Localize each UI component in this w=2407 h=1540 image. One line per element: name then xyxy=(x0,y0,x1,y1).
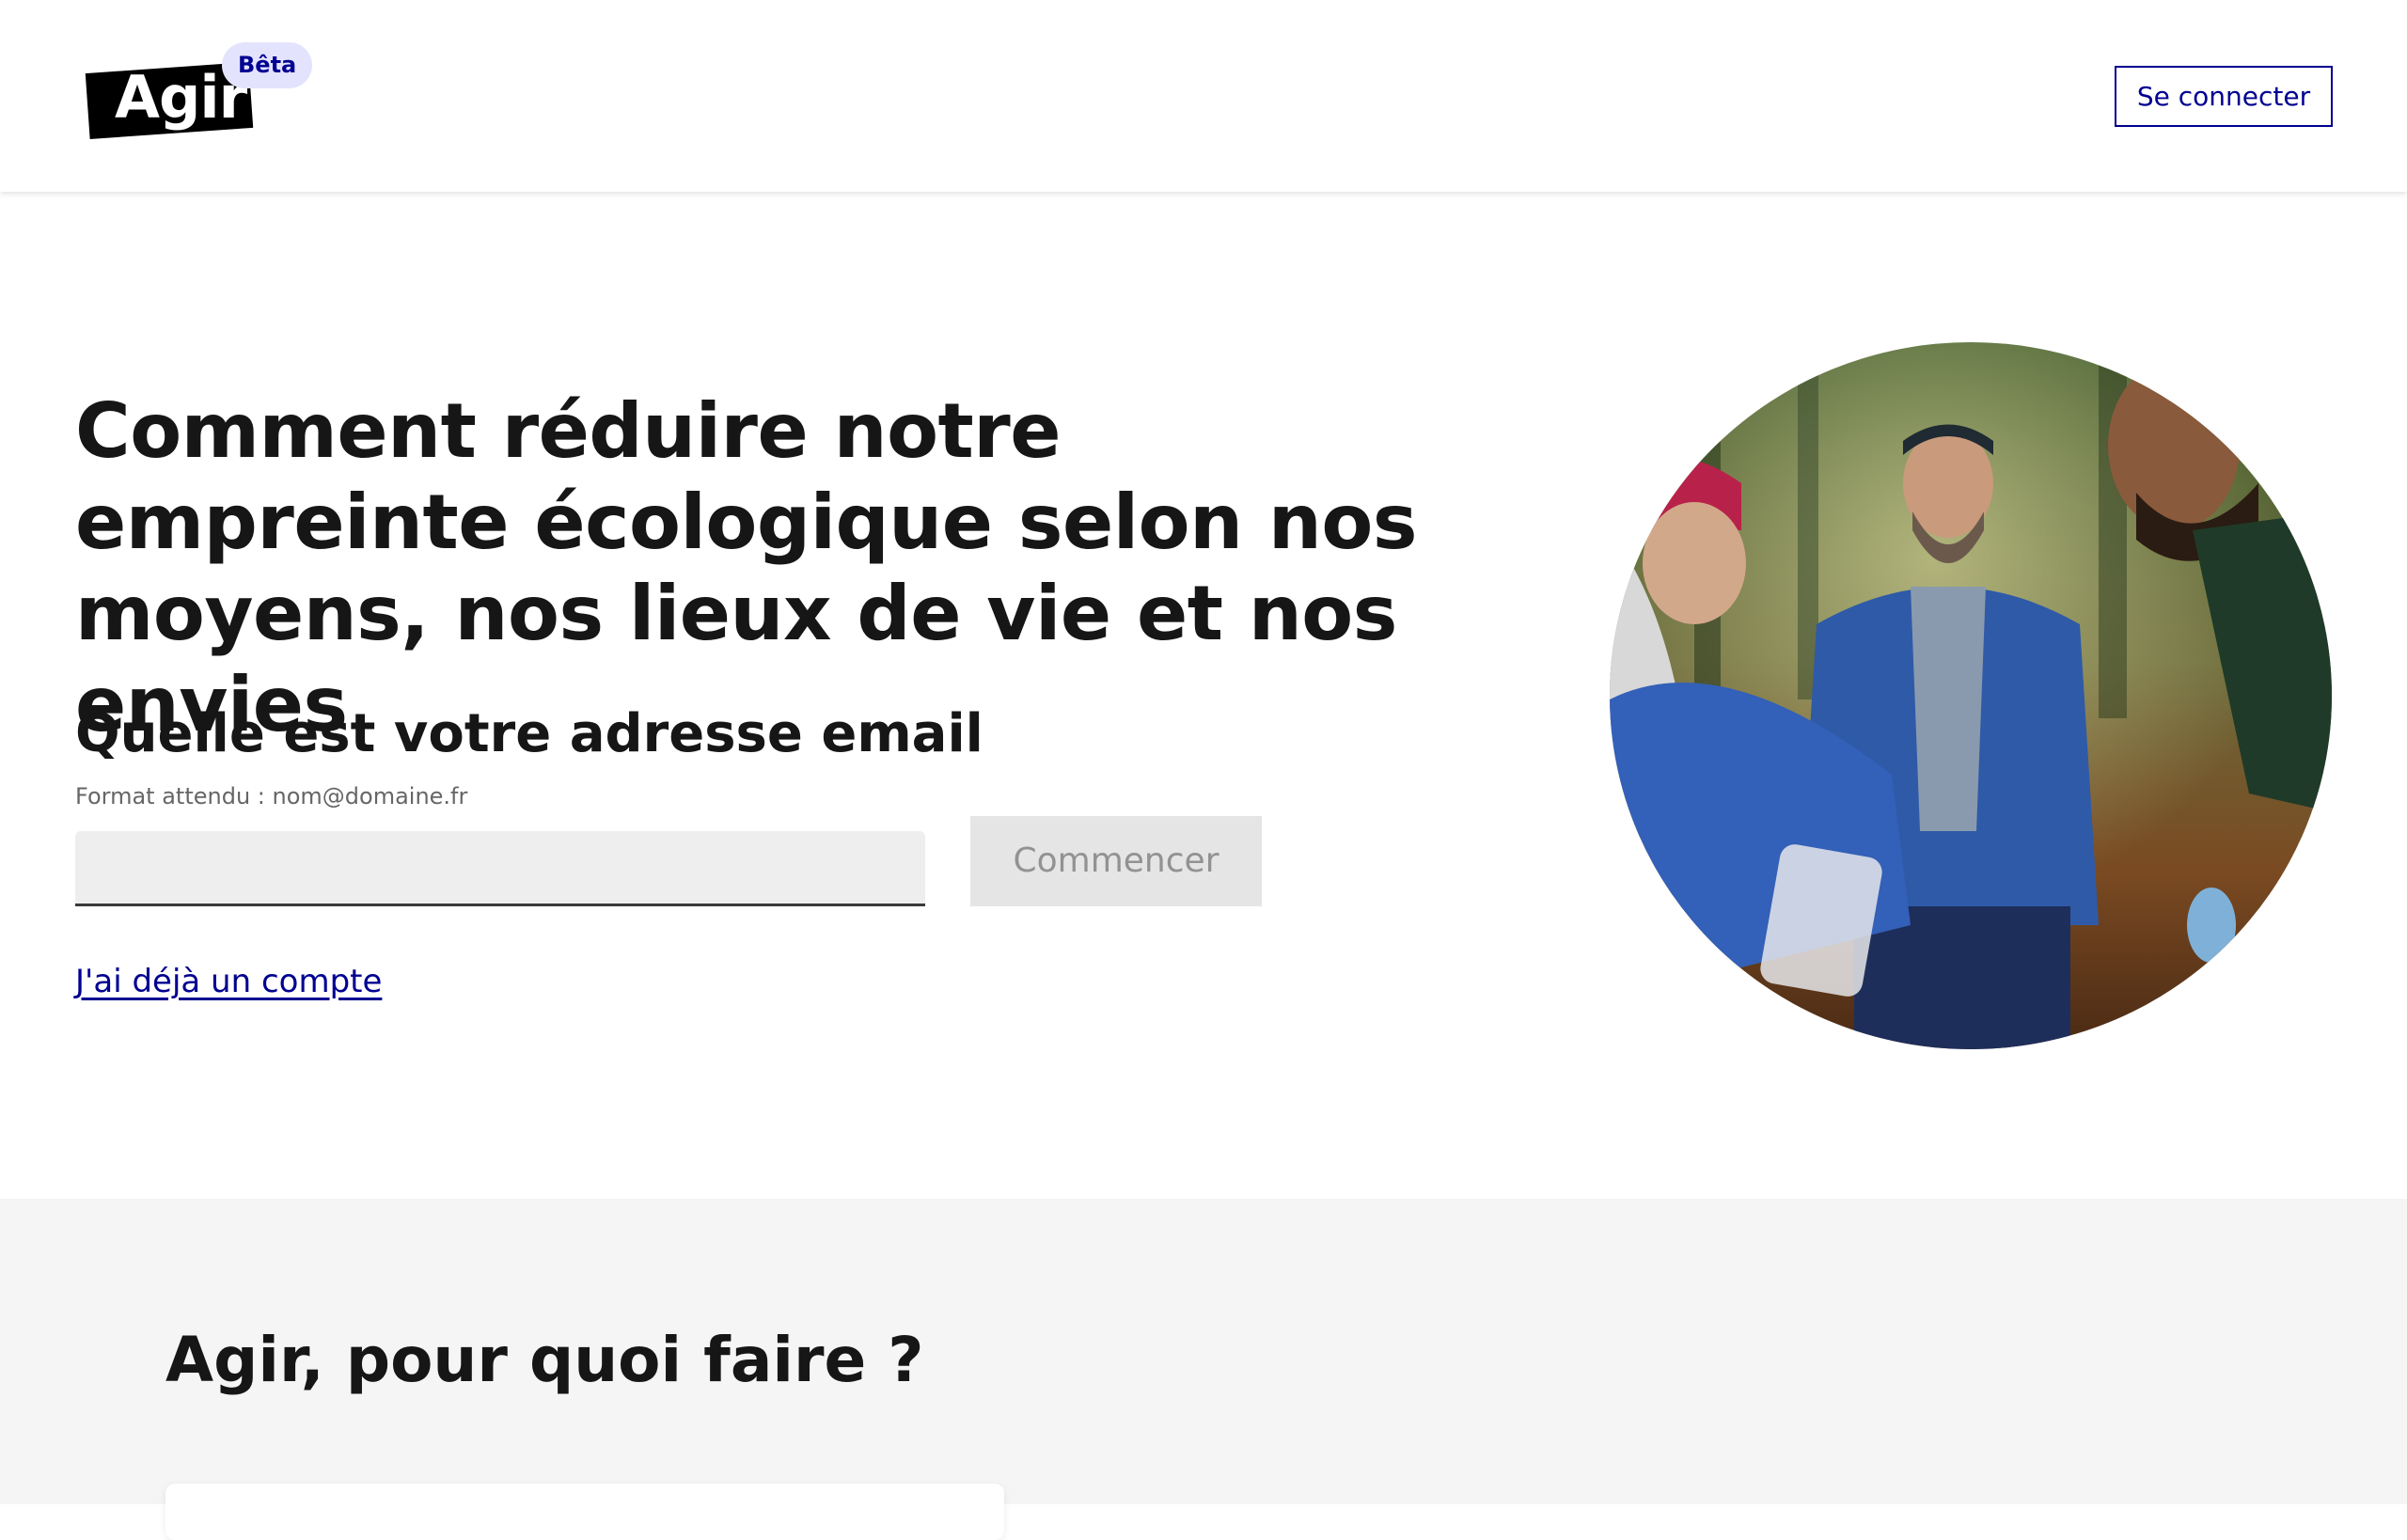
start-button[interactable]: Commencer xyxy=(970,816,1262,906)
why-section-title: Agir, pour quoi faire ? xyxy=(165,1324,924,1396)
hero-photo-illustration xyxy=(1610,342,2332,1049)
email-hint: Format attendu : nom@domaine.fr xyxy=(75,783,468,809)
hero-photo xyxy=(1610,342,2332,1049)
beta-badge: Bêta xyxy=(222,42,313,88)
email-input[interactable] xyxy=(75,831,925,906)
email-label: Quelle est votre adresse email xyxy=(75,703,983,764)
site-header: Agir Bêta Se connecter xyxy=(0,0,2407,192)
hero-title: Comment réduire notre empreinte écologiq… xyxy=(75,387,1417,748)
login-button[interactable]: Se connecter xyxy=(2115,66,2333,127)
feature-card xyxy=(165,1484,1004,1540)
why-section: Agir, pour quoi faire ? xyxy=(0,1199,2407,1540)
existing-account-link[interactable]: J'ai déjà un compte xyxy=(75,961,382,1002)
